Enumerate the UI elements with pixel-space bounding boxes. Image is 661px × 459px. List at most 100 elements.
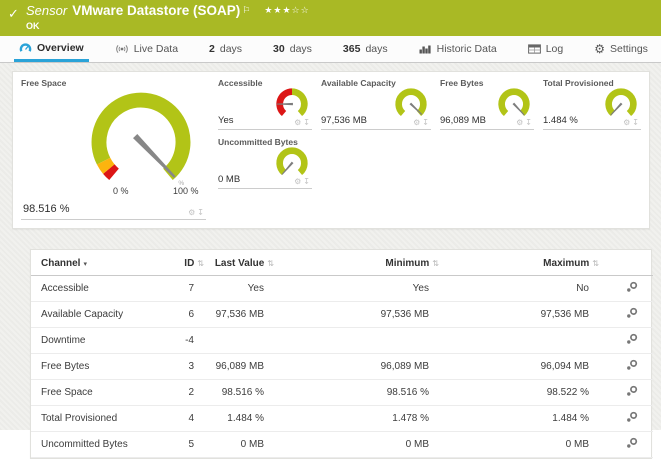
tab-settings[interactable]: ⚙ Settings bbox=[589, 36, 653, 62]
channel-settings-icon[interactable] bbox=[626, 437, 638, 449]
tab-30-days[interactable]: 30 days bbox=[268, 36, 317, 62]
sensor-name: VMware Datastore (SOAP) bbox=[72, 3, 240, 18]
channel-maximum: No bbox=[441, 276, 601, 302]
column-header-channel[interactable]: Channel▾ bbox=[31, 250, 166, 276]
gauge-pin-icon[interactable]: ↧ bbox=[422, 118, 429, 127]
channel-settings-icon[interactable] bbox=[626, 307, 638, 319]
tab-number: 2 bbox=[209, 43, 215, 55]
gauge-title: Free Space bbox=[21, 78, 206, 88]
gauge-gear-icon[interactable]: ⚙ bbox=[516, 118, 523, 127]
table-row: Downtime -4 bbox=[31, 328, 653, 354]
tab-label: Live Data bbox=[134, 43, 178, 55]
sensor-page: ✓ SensorVMware Datastore (SOAP)⚐★★★☆☆ OK… bbox=[0, 0, 661, 430]
priority-flag-icon[interactable]: ⚐ bbox=[242, 5, 250, 15]
column-header-id[interactable]: ID⇅ bbox=[166, 250, 206, 276]
tab-2-days[interactable]: 2 days bbox=[204, 36, 247, 62]
gauge-icon bbox=[19, 42, 32, 53]
tab-label: Historic Data bbox=[437, 43, 497, 55]
gauge-value: 1.484 % bbox=[543, 115, 578, 126]
broadcast-icon bbox=[115, 44, 129, 54]
log-table-icon bbox=[528, 44, 541, 54]
gauge-pin-icon[interactable]: ↧ bbox=[525, 118, 532, 127]
channel-id: 2 bbox=[166, 380, 206, 406]
gauge-accessible: Accessible Yes ⚙↧ bbox=[218, 78, 312, 130]
column-header-last-value[interactable]: Last Value⇅ bbox=[206, 250, 276, 276]
table-row: Free Bytes 3 96,089 MB 96,089 MB 96,094 … bbox=[31, 354, 653, 380]
gauge-value: 0 MB bbox=[218, 174, 240, 185]
channel-minimum: 1.478 % bbox=[276, 406, 441, 432]
tab-log[interactable]: Log bbox=[523, 36, 569, 62]
table-row: Total Provisioned 4 1.484 % 1.478 % 1.48… bbox=[31, 406, 653, 432]
small-gauges-grid: Accessible Yes ⚙↧ Available Capacity 97,… bbox=[218, 78, 641, 222]
gauge-uncommitted-bytes: Uncommitted Bytes 0 MB ⚙↧ bbox=[218, 137, 312, 189]
channel-last-value: Yes bbox=[206, 276, 276, 302]
channel-settings-icon[interactable] bbox=[626, 359, 638, 371]
status-ok-icon: ✓ bbox=[8, 6, 19, 22]
channel-minimum: 98.516 % bbox=[276, 380, 441, 406]
sensor-status: OK bbox=[26, 19, 661, 33]
gauge-gear-icon[interactable]: ⚙ bbox=[294, 177, 301, 186]
sort-icon: ⇅ bbox=[432, 259, 439, 268]
table-row: Available Capacity 6 97,536 MB 97,536 MB… bbox=[31, 302, 653, 328]
channel-settings-icon[interactable] bbox=[626, 385, 638, 397]
priority-stars[interactable]: ★★★☆☆ bbox=[264, 5, 309, 15]
sensor-titles: SensorVMware Datastore (SOAP)⚐★★★☆☆ OK bbox=[0, 0, 661, 33]
gauge-pin-icon[interactable]: ↧ bbox=[197, 208, 204, 217]
gauge-gear-icon[interactable]: ⚙ bbox=[188, 208, 195, 217]
channel-last-value: 96,089 MB bbox=[206, 354, 276, 380]
gauge-value: 98.516 % bbox=[23, 203, 69, 215]
tab-label: days bbox=[220, 43, 242, 55]
bar-chart-icon bbox=[419, 44, 432, 54]
channel-last-value: 98.516 % bbox=[206, 380, 276, 406]
gauge-pin-icon[interactable]: ↧ bbox=[303, 177, 310, 186]
column-header-maximum[interactable]: Maximum⇅ bbox=[441, 250, 601, 276]
tab-number: 365 bbox=[343, 43, 361, 55]
gauge-free-bytes: Free Bytes 96,089 MB ⚙↧ bbox=[440, 78, 534, 130]
tab-historic-data[interactable]: Historic Data bbox=[414, 36, 502, 62]
column-header-minimum[interactable]: Minimum⇅ bbox=[276, 250, 441, 276]
channel-table-card: Channel▾ ID⇅ Last Value⇅ Minimum⇅ Maximu… bbox=[30, 249, 652, 459]
channel-last-value bbox=[206, 328, 276, 354]
sort-desc-icon: ▾ bbox=[83, 261, 87, 268]
gear-icon: ⚙ bbox=[594, 44, 605, 54]
free-space-gauge-dial: % bbox=[85, 88, 197, 200]
channel-minimum: 97,536 MB bbox=[276, 302, 441, 328]
tab-365-days[interactable]: 365 days bbox=[338, 36, 393, 62]
table-row: Uncommitted Bytes 5 0 MB 0 MB 0 MB bbox=[31, 432, 653, 458]
gauge-value: 96,089 MB bbox=[440, 115, 486, 126]
channel-settings-icon[interactable] bbox=[626, 333, 638, 345]
channel-last-value: 0 MB bbox=[206, 432, 276, 458]
sort-icon: ⇅ bbox=[267, 259, 274, 268]
tab-label: Log bbox=[546, 43, 564, 55]
gauge-pin-icon[interactable]: ↧ bbox=[303, 118, 310, 127]
gauge-free-space: Free Space % 0 % 100 % 98.516 % ⚙↧ bbox=[21, 78, 206, 220]
channel-last-value: 97,536 MB bbox=[206, 302, 276, 328]
channel-id: -4 bbox=[166, 328, 206, 354]
gauge-gear-icon[interactable]: ⚙ bbox=[623, 118, 630, 127]
channel-minimum: Yes bbox=[276, 276, 441, 302]
gauge-available-capacity: Available Capacity 97,536 MB ⚙↧ bbox=[321, 78, 431, 130]
tab-bar: Overview Live Data 2 days 30 days 365 da… bbox=[0, 36, 661, 63]
channel-name: Free Space bbox=[31, 380, 166, 406]
channel-last-value: 1.484 % bbox=[206, 406, 276, 432]
gauge-gear-icon[interactable]: ⚙ bbox=[413, 118, 420, 127]
sort-icon: ⇅ bbox=[197, 259, 204, 268]
channel-id: 3 bbox=[166, 354, 206, 380]
gauge-gear-icon[interactable]: ⚙ bbox=[294, 118, 301, 127]
channel-settings-icon[interactable] bbox=[626, 281, 638, 293]
tab-label: days bbox=[365, 43, 387, 55]
channel-settings-icon[interactable] bbox=[626, 411, 638, 423]
tab-number: 30 bbox=[273, 43, 285, 55]
gauge-scale-min: 0 % bbox=[113, 186, 129, 196]
gauge-value: 97,536 MB bbox=[321, 115, 367, 126]
tab-overview[interactable]: Overview bbox=[14, 36, 89, 62]
gauge-pin-icon[interactable]: ↧ bbox=[632, 118, 639, 127]
channel-minimum bbox=[276, 328, 441, 354]
tab-live-data[interactable]: Live Data bbox=[110, 36, 183, 62]
channel-name: Available Capacity bbox=[31, 302, 166, 328]
channel-table: Channel▾ ID⇅ Last Value⇅ Minimum⇅ Maximu… bbox=[31, 250, 653, 458]
gauge-value: Yes bbox=[218, 115, 234, 126]
tab-label: days bbox=[290, 43, 312, 55]
column-header-actions bbox=[601, 250, 653, 276]
channel-id: 7 bbox=[166, 276, 206, 302]
